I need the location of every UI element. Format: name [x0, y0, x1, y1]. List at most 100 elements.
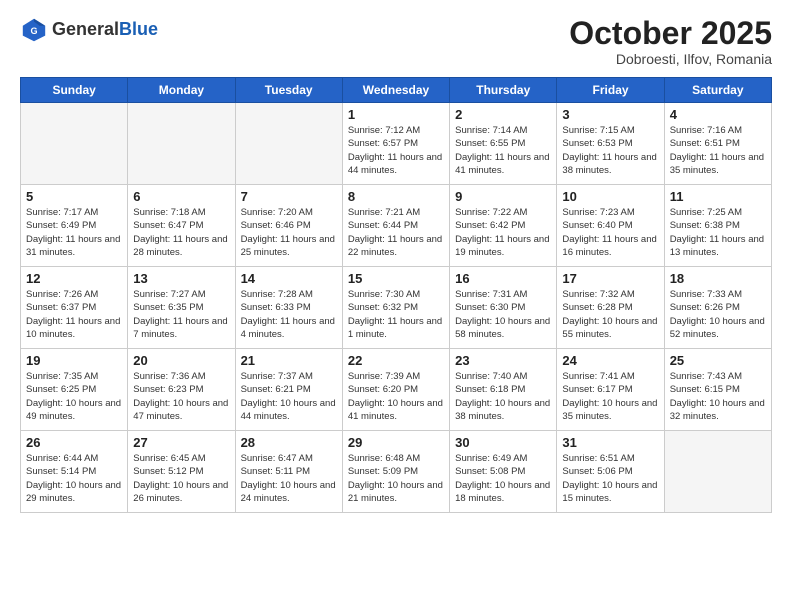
day-info: Sunrise: 7:37 AM Sunset: 6:21 PM Dayligh…	[241, 370, 337, 423]
week-row-4: 26 Sunrise: 6:44 AM Sunset: 5:14 PM Dayli…	[21, 431, 772, 513]
day-info: Sunrise: 7:21 AM Sunset: 6:44 PM Dayligh…	[348, 206, 444, 259]
day-info: Sunrise: 7:23 AM Sunset: 6:40 PM Dayligh…	[562, 206, 658, 259]
day-number: 19	[26, 353, 122, 368]
day-cell: 2Sunrise: 7:14 AM Sunset: 6:55 PM Daylig…	[450, 103, 557, 185]
week-row-0: 1 Sunrise: 7:12 AM Sunset: 6:57 PM Daylig…	[21, 103, 772, 185]
day-number: 21	[241, 353, 337, 368]
day-info: Sunrise: 7:12 AM Sunset: 6:57 PM Dayligh…	[348, 124, 444, 177]
day-number: 26	[26, 435, 122, 450]
day-number: 31	[562, 435, 658, 450]
day-info: Sunrise: 7:39 AM Sunset: 6:20 PM Dayligh…	[348, 370, 444, 423]
day-header-thursday: Thursday	[450, 78, 557, 103]
calendar-subtitle: Dobroesti, Ilfov, Romania	[569, 51, 772, 67]
day-cell: 27Sunrise: 6:45 AM Sunset: 5:12 PM Dayli…	[128, 431, 235, 513]
day-number: 6	[133, 189, 229, 204]
day-number: 29	[348, 435, 444, 450]
logo: G GeneralBlue	[20, 16, 158, 44]
day-info: Sunrise: 7:30 AM Sunset: 6:32 PM Dayligh…	[348, 288, 444, 341]
day-info: Sunrise: 7:32 AM Sunset: 6:28 PM Dayligh…	[562, 288, 658, 341]
week-row-2: 12Sunrise: 7:26 AM Sunset: 6:37 PM Dayli…	[21, 267, 772, 349]
day-number: 28	[241, 435, 337, 450]
day-number: 16	[455, 271, 551, 286]
day-cell: 9 Sunrise: 7:22 AM Sunset: 6:42 PM Daylig…	[450, 185, 557, 267]
day-number: 8	[348, 189, 444, 204]
day-cell: 11Sunrise: 7:25 AM Sunset: 6:38 PM Dayli…	[664, 185, 771, 267]
day-info: Sunrise: 7:36 AM Sunset: 6:23 PM Dayligh…	[133, 370, 229, 423]
logo-text: GeneralBlue	[52, 20, 158, 40]
day-number: 7	[241, 189, 337, 204]
day-number: 10	[562, 189, 658, 204]
title-block: October 2025 Dobroesti, Ilfov, Romania	[569, 16, 772, 67]
day-cell	[21, 103, 128, 185]
day-cell: 1 Sunrise: 7:12 AM Sunset: 6:57 PM Daylig…	[342, 103, 449, 185]
svg-text:G: G	[30, 26, 37, 36]
days-header-row: SundayMondayTuesdayWednesdayThursdayFrid…	[21, 78, 772, 103]
day-number: 9	[455, 189, 551, 204]
day-cell	[128, 103, 235, 185]
day-cell	[664, 431, 771, 513]
day-header-monday: Monday	[128, 78, 235, 103]
header: G GeneralBlue October 2025 Dobroesti, Il…	[20, 16, 772, 67]
day-cell: 24Sunrise: 7:41 AM Sunset: 6:17 PM Dayli…	[557, 349, 664, 431]
day-info: Sunrise: 7:33 AM Sunset: 6:26 PM Dayligh…	[670, 288, 766, 341]
day-cell: 12Sunrise: 7:26 AM Sunset: 6:37 PM Dayli…	[21, 267, 128, 349]
day-info: Sunrise: 6:45 AM Sunset: 5:12 PM Dayligh…	[133, 452, 229, 505]
day-cell: 15 Sunrise: 7:30 AM Sunset: 6:32 PM Dayli…	[342, 267, 449, 349]
day-number: 14	[241, 271, 337, 286]
day-info: Sunrise: 7:40 AM Sunset: 6:18 PM Dayligh…	[455, 370, 551, 423]
calendar-table: SundayMondayTuesdayWednesdayThursdayFrid…	[20, 77, 772, 513]
day-cell: 23 Sunrise: 7:40 AM Sunset: 6:18 PM Dayli…	[450, 349, 557, 431]
day-cell: 30 Sunrise: 6:49 AM Sunset: 5:08 PM Dayli…	[450, 431, 557, 513]
day-header-tuesday: Tuesday	[235, 78, 342, 103]
day-number: 17	[562, 271, 658, 286]
day-cell: 4Sunrise: 7:16 AM Sunset: 6:51 PM Daylig…	[664, 103, 771, 185]
day-info: Sunrise: 7:27 AM Sunset: 6:35 PM Dayligh…	[133, 288, 229, 341]
day-number: 13	[133, 271, 229, 286]
day-cell: 3Sunrise: 7:15 AM Sunset: 6:53 PM Daylig…	[557, 103, 664, 185]
day-number: 23	[455, 353, 551, 368]
day-cell: 22 Sunrise: 7:39 AM Sunset: 6:20 PM Dayli…	[342, 349, 449, 431]
day-number: 15	[348, 271, 444, 286]
day-cell: 7 Sunrise: 7:20 AM Sunset: 6:46 PM Daylig…	[235, 185, 342, 267]
day-info: Sunrise: 6:51 AM Sunset: 5:06 PM Dayligh…	[562, 452, 658, 505]
day-info: Sunrise: 7:28 AM Sunset: 6:33 PM Dayligh…	[241, 288, 337, 341]
day-cell: 16Sunrise: 7:31 AM Sunset: 6:30 PM Dayli…	[450, 267, 557, 349]
day-info: Sunrise: 7:26 AM Sunset: 6:37 PM Dayligh…	[26, 288, 122, 341]
day-header-friday: Friday	[557, 78, 664, 103]
day-number: 30	[455, 435, 551, 450]
day-cell: 26 Sunrise: 6:44 AM Sunset: 5:14 PM Dayli…	[21, 431, 128, 513]
week-row-1: 5 Sunrise: 7:17 AM Sunset: 6:49 PM Daylig…	[21, 185, 772, 267]
day-number: 5	[26, 189, 122, 204]
day-cell: 13 Sunrise: 7:27 AM Sunset: 6:35 PM Dayli…	[128, 267, 235, 349]
day-info: Sunrise: 7:35 AM Sunset: 6:25 PM Dayligh…	[26, 370, 122, 423]
day-info: Sunrise: 7:43 AM Sunset: 6:15 PM Dayligh…	[670, 370, 766, 423]
day-info: Sunrise: 6:49 AM Sunset: 5:08 PM Dayligh…	[455, 452, 551, 505]
week-row-3: 19 Sunrise: 7:35 AM Sunset: 6:25 PM Dayli…	[21, 349, 772, 431]
day-number: 25	[670, 353, 766, 368]
day-number: 11	[670, 189, 766, 204]
day-info: Sunrise: 7:18 AM Sunset: 6:47 PM Dayligh…	[133, 206, 229, 259]
day-cell: 18 Sunrise: 7:33 AM Sunset: 6:26 PM Dayli…	[664, 267, 771, 349]
day-info: Sunrise: 7:15 AM Sunset: 6:53 PM Dayligh…	[562, 124, 658, 177]
day-header-saturday: Saturday	[664, 78, 771, 103]
day-info: Sunrise: 7:16 AM Sunset: 6:51 PM Dayligh…	[670, 124, 766, 177]
day-info: Sunrise: 7:17 AM Sunset: 6:49 PM Dayligh…	[26, 206, 122, 259]
day-number: 1	[348, 107, 444, 122]
day-number: 18	[670, 271, 766, 286]
day-cell: 19 Sunrise: 7:35 AM Sunset: 6:25 PM Dayli…	[21, 349, 128, 431]
day-cell: 10 Sunrise: 7:23 AM Sunset: 6:40 PM Dayli…	[557, 185, 664, 267]
day-info: Sunrise: 6:44 AM Sunset: 5:14 PM Dayligh…	[26, 452, 122, 505]
day-cell	[235, 103, 342, 185]
day-number: 20	[133, 353, 229, 368]
day-cell: 29Sunrise: 6:48 AM Sunset: 5:09 PM Dayli…	[342, 431, 449, 513]
day-header-wednesday: Wednesday	[342, 78, 449, 103]
day-cell: 31 Sunrise: 6:51 AM Sunset: 5:06 PM Dayli…	[557, 431, 664, 513]
day-info: Sunrise: 7:20 AM Sunset: 6:46 PM Dayligh…	[241, 206, 337, 259]
day-cell: 28 Sunrise: 6:47 AM Sunset: 5:11 PM Dayli…	[235, 431, 342, 513]
day-cell: 21 Sunrise: 7:37 AM Sunset: 6:21 PM Dayli…	[235, 349, 342, 431]
day-info: Sunrise: 6:47 AM Sunset: 5:11 PM Dayligh…	[241, 452, 337, 505]
logo-icon: G	[20, 16, 48, 44]
day-number: 2	[455, 107, 551, 122]
day-info: Sunrise: 7:22 AM Sunset: 6:42 PM Dayligh…	[455, 206, 551, 259]
day-number: 22	[348, 353, 444, 368]
